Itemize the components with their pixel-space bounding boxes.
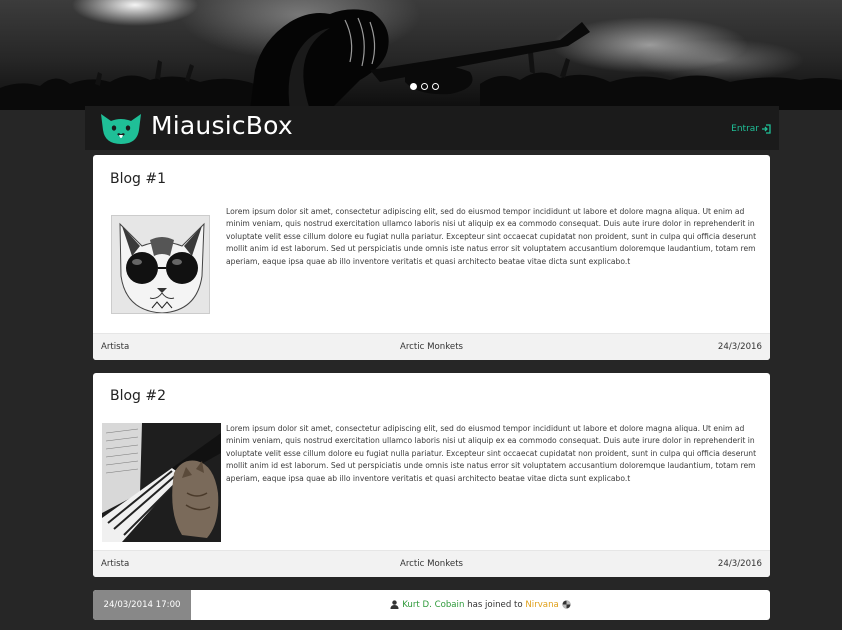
post-date: 24/3/2016 bbox=[717, 342, 762, 352]
post-body: Lorem ipsum dolor sit amet, consectetur … bbox=[226, 207, 757, 266]
activity-date: 24/03/2014 17:00 bbox=[93, 590, 191, 620]
post-date: 24/3/2016 bbox=[717, 559, 762, 569]
cat-logo-icon[interactable] bbox=[97, 110, 145, 146]
login-link[interactable]: Entrar bbox=[731, 124, 771, 134]
blog-post-card: Blog #1 Lorem ipsum dolor sit amet, cons… bbox=[93, 155, 770, 360]
activity-message: Kurt D. Cobain has joined to Nirvana bbox=[191, 590, 770, 620]
login-label[interactable]: Entrar bbox=[731, 124, 759, 134]
post-title[interactable]: Blog #2 bbox=[110, 388, 166, 404]
post-artist-name[interactable]: Arctic Monkets bbox=[93, 559, 770, 569]
carousel-dot-1[interactable] bbox=[410, 83, 417, 90]
cat-playing-piano-image[interactable] bbox=[102, 423, 221, 542]
activity-user-link[interactable]: Kurt D. Cobain bbox=[402, 600, 464, 610]
post-artist-name[interactable]: Arctic Monkets bbox=[93, 342, 770, 352]
top-navbar: MiausicBox Entrar bbox=[85, 106, 779, 150]
activity-band-link[interactable]: Nirvana bbox=[525, 600, 558, 610]
carousel-indicators bbox=[410, 83, 439, 90]
user-icon bbox=[390, 600, 399, 609]
hero-banner bbox=[0, 0, 842, 110]
concert-silhouette-image bbox=[0, 9, 842, 110]
post-title[interactable]: Blog #1 bbox=[110, 171, 166, 187]
post-body: Lorem ipsum dolor sit amet, consectetur … bbox=[226, 424, 757, 483]
activity-item: 24/03/2014 17:00 Kurt D. Cobain has join… bbox=[93, 590, 770, 620]
carousel-dot-3[interactable] bbox=[432, 83, 439, 90]
sign-in-icon[interactable] bbox=[761, 124, 771, 134]
band-icon bbox=[562, 600, 571, 609]
post-footer: Artista Arctic Monkets 24/3/2016 bbox=[93, 550, 770, 577]
activity-action: has joined to bbox=[467, 600, 523, 610]
blog-post-card: Blog #2 Lorem ipsum dolor sit amet, cons… bbox=[93, 373, 770, 577]
post-footer: Artista Arctic Monkets 24/3/2016 bbox=[93, 333, 770, 360]
carousel-dot-2[interactable] bbox=[421, 83, 428, 90]
brand-name[interactable]: MiausicBox bbox=[151, 110, 293, 142]
cat-with-sunglasses-image[interactable] bbox=[111, 215, 210, 314]
